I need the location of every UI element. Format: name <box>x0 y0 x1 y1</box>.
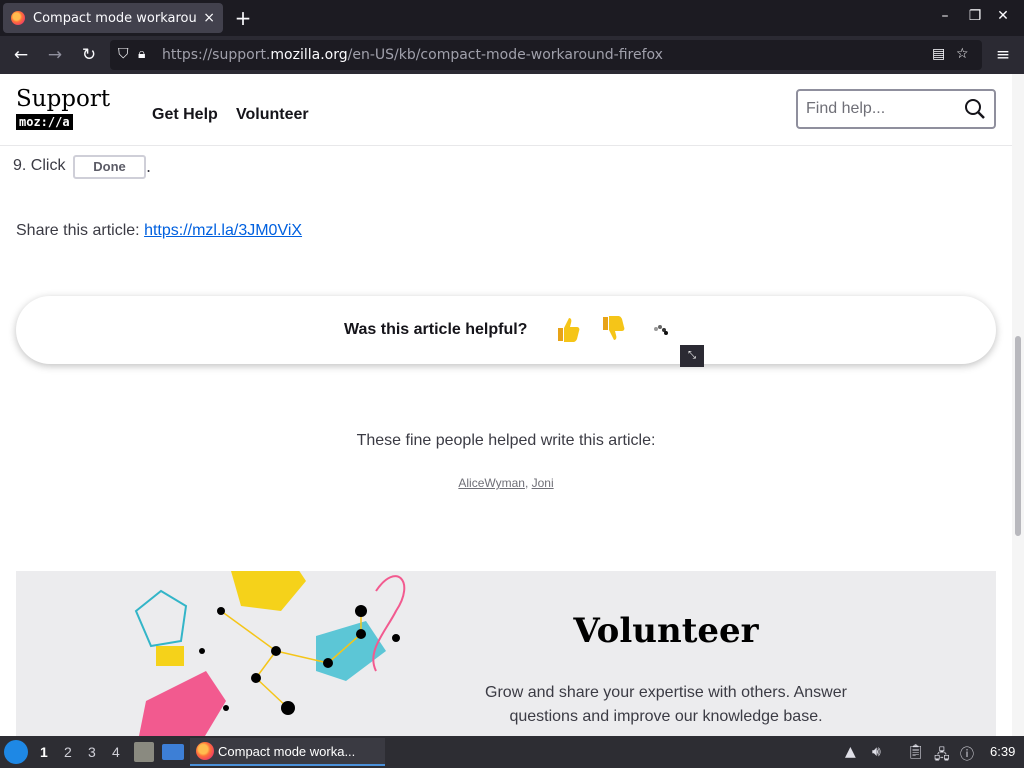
site-header: Support moz://a Get Help Volunteer <box>0 74 1012 146</box>
contributor-separator: , <box>524 476 529 490</box>
contributor-link[interactable]: Joni <box>532 476 554 490</box>
support-logo[interactable]: Support <box>16 86 110 112</box>
new-tab-button[interactable]: + <box>230 5 256 31</box>
vertical-scrollbar[interactable] <box>1012 74 1024 736</box>
share-label: Share this article: <box>16 222 140 239</box>
workspace-2[interactable]: 2 <box>64 744 72 760</box>
volunteer-illustration <box>134 571 406 736</box>
url-bar[interactable]: ⛉ 🔒︎ https://support.mozilla.org/en-US/k… <box>110 40 982 70</box>
done-button-illustration: Done <box>73 155 146 179</box>
tray-updates-icon[interactable]: ▲ <box>845 744 856 760</box>
workspace-1[interactable]: 1 <box>40 744 48 760</box>
taskbar-app-title: Compact mode worka... <box>218 743 356 759</box>
helpful-vote-panel: Was this article helpful? <box>16 296 996 364</box>
tab-bar: Compact mode workaround × + – ❐ ✕ <box>0 0 1024 36</box>
menu-icon[interactable]: ≡ <box>990 42 1016 68</box>
scrollbar-thumb[interactable] <box>1015 336 1021 536</box>
volunteer-title: Volunteer <box>573 611 759 651</box>
contributors-list: AliceWyman, Joni <box>0 476 1012 490</box>
clock[interactable]: 6:39 <box>990 744 1015 759</box>
loading-spinner-icon <box>654 325 668 335</box>
nav-get-help[interactable]: Get Help <box>152 106 218 124</box>
start-menu-icon[interactable] <box>4 740 28 764</box>
url-text[interactable]: https://support.mozilla.org/en-US/kb/com… <box>162 47 663 63</box>
close-window-button[interactable]: ✕ <box>993 8 1013 24</box>
browser-tab[interactable]: Compact mode workaround × <box>3 3 223 33</box>
step-text: 9. Click <box>13 157 66 174</box>
bookmark-star-icon[interactable]: ☆ <box>956 46 969 62</box>
contributor-link[interactable]: AliceWyman <box>458 476 525 490</box>
restore-button[interactable]: ❐ <box>965 8 985 24</box>
helpful-question: Was this article helpful? <box>344 321 528 338</box>
clipboard-icon[interactable]: 📋︎ <box>907 744 925 760</box>
file-manager-icon[interactable] <box>134 742 154 762</box>
notification-icon[interactable]: ⓘ <box>960 744 974 764</box>
share-link[interactable]: https://mzl.la/3JM0ViX <box>144 222 302 239</box>
forward-button[interactable]: → <box>42 42 68 68</box>
thumbs-up-icon[interactable] <box>554 314 582 344</box>
navigation-toolbar: ← → ↻ ⛉ 🔒︎ https://support.mozilla.org/e… <box>0 36 1024 74</box>
taskbar: 1 2 3 4 Compact mode worka... ▲ 🔊︎ 📋︎ 🖧 … <box>0 736 1024 768</box>
taskbar-firefox-window[interactable]: Compact mode worka... <box>190 738 385 766</box>
tab-close-icon[interactable]: × <box>203 10 215 26</box>
nav-volunteer[interactable]: Volunteer <box>236 106 309 124</box>
minimize-button[interactable]: – <box>935 8 955 24</box>
network-icon[interactable]: 🖧 <box>934 744 950 768</box>
firefox-favicon-icon <box>11 11 25 25</box>
lock-icon[interactable]: 🔒︎ <box>138 46 145 62</box>
volume-icon[interactable]: 🔊︎ <box>872 744 881 760</box>
search-icon[interactable] <box>964 98 986 120</box>
volunteer-banner: Volunteer Grow and share your expertise … <box>16 571 996 736</box>
desktop-icon[interactable] <box>162 744 184 760</box>
back-button[interactable]: ← <box>8 42 34 68</box>
tab-title: Compact mode workaround <box>33 10 198 26</box>
firefox-icon <box>196 742 214 760</box>
step-period: . <box>146 157 152 176</box>
share-article: Share this article: https://mzl.la/3JM0V… <box>16 222 302 240</box>
search-box <box>796 89 996 129</box>
volunteer-description: Grow and share your expertise with other… <box>485 684 847 725</box>
workspace-4[interactable]: 4 <box>112 744 120 760</box>
shield-icon[interactable]: ⛉ <box>118 46 129 62</box>
mozilla-logo[interactable]: moz://a <box>16 114 73 130</box>
reload-button[interactable]: ↻ <box>76 42 102 68</box>
reader-view-icon[interactable]: ▤ <box>932 46 945 62</box>
cursor-tooltip-icon: ⤡ <box>680 345 704 367</box>
search-input[interactable] <box>806 99 956 119</box>
thumbs-down-icon[interactable] <box>599 314 627 344</box>
contributors-heading: These fine people helped write this arti… <box>356 432 656 449</box>
workspace-3[interactable]: 3 <box>88 744 96 760</box>
